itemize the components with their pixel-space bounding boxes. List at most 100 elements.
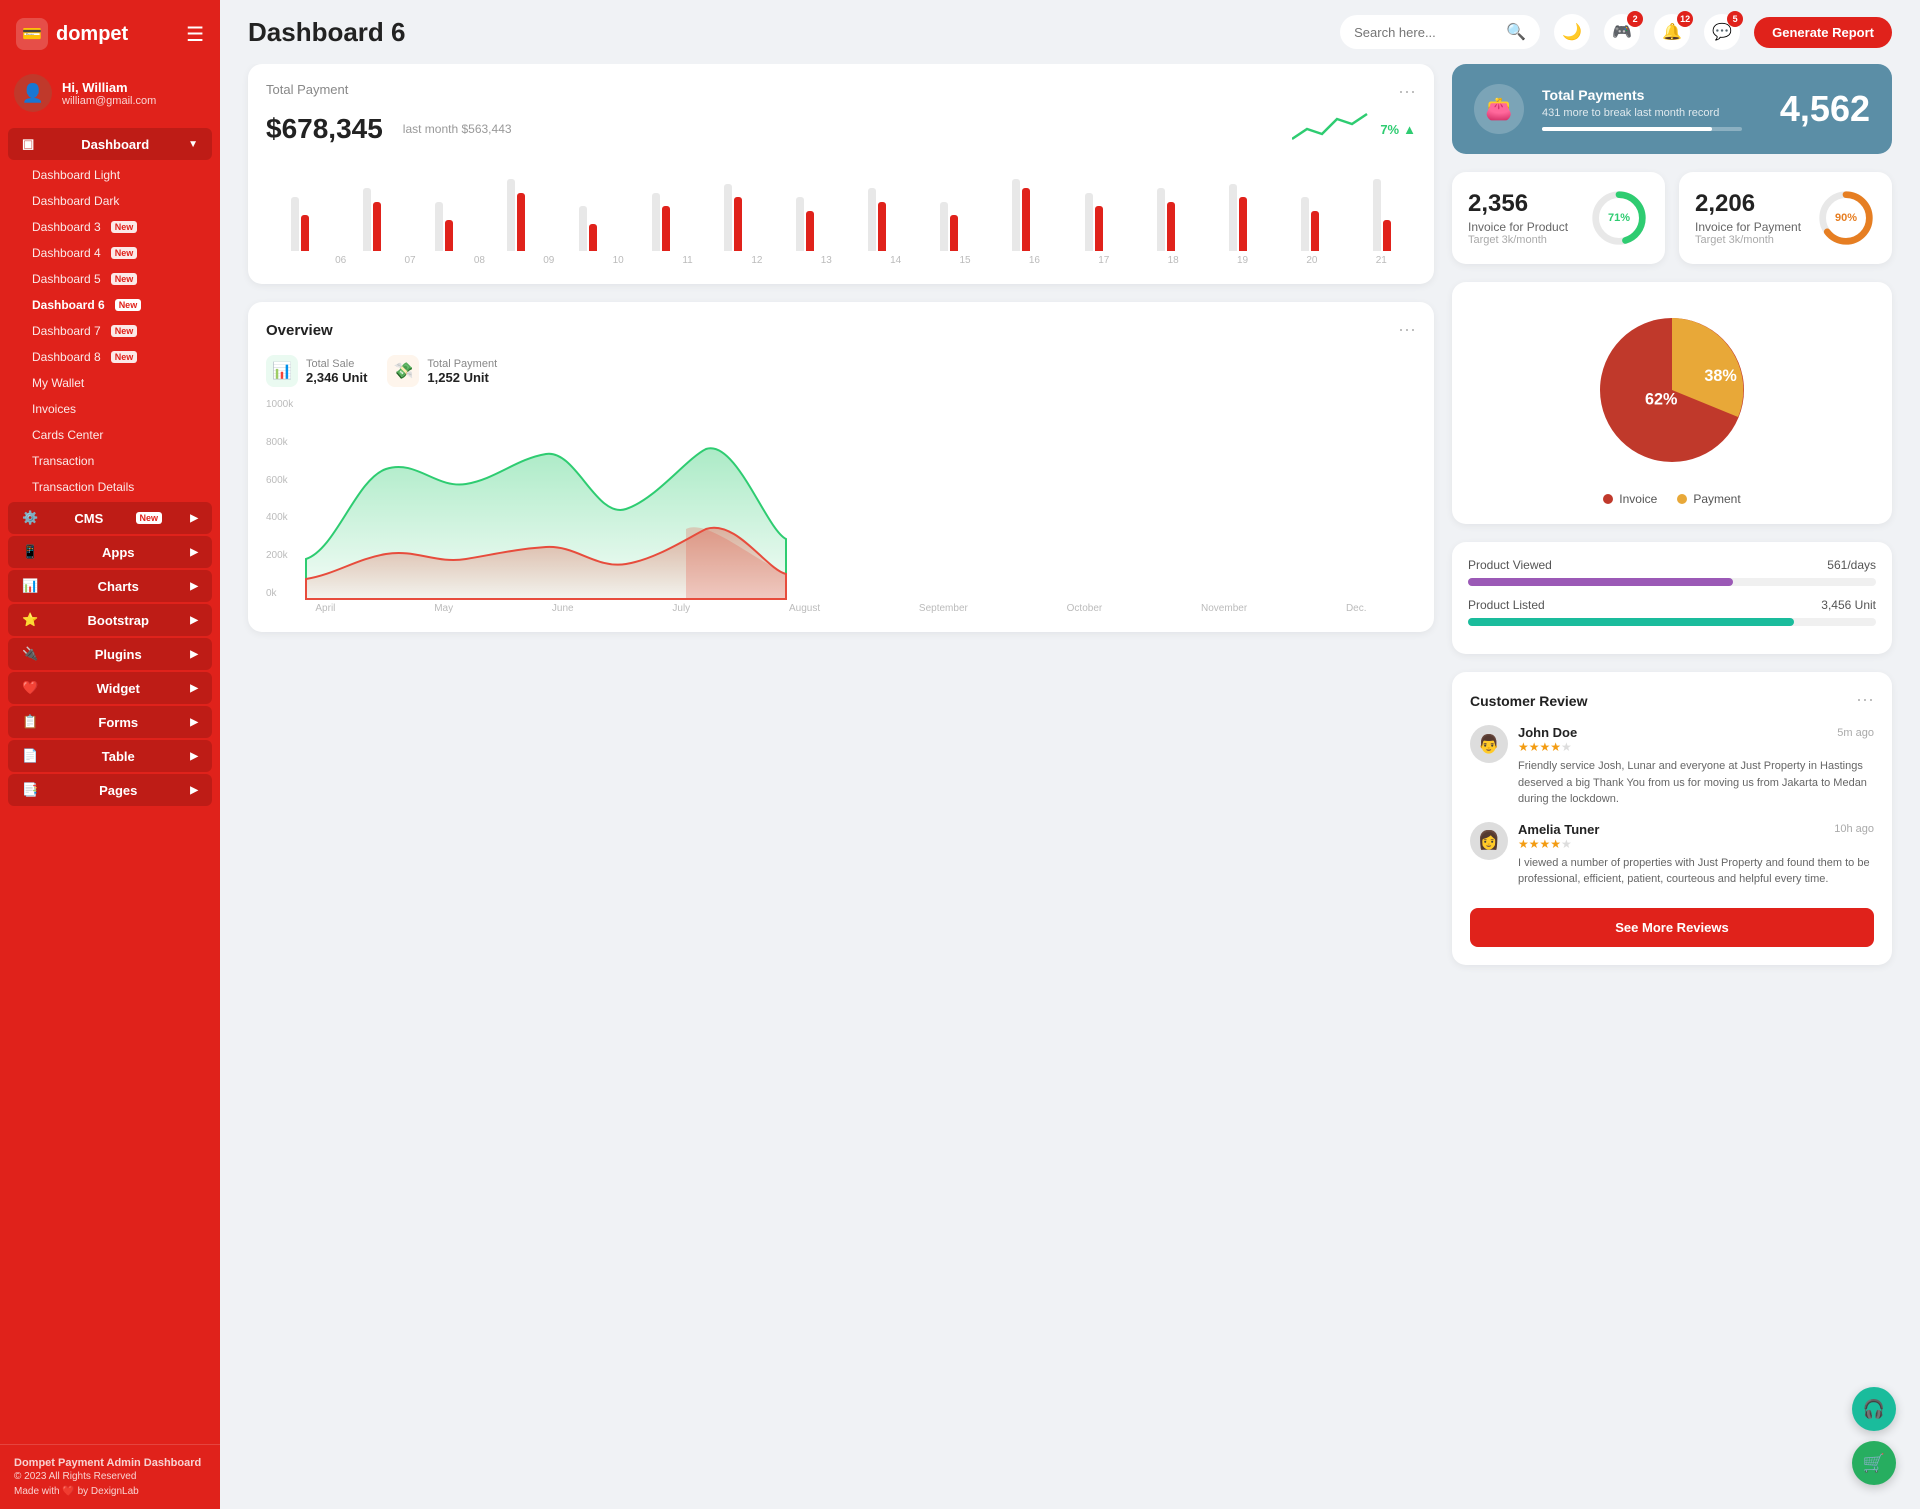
- donut-product-label: 71%: [1608, 212, 1630, 224]
- bar-group-15: [1349, 179, 1416, 251]
- search-input[interactable]: [1354, 25, 1498, 40]
- nav-item-bootstrap[interactable]: ⭐ Bootstrap ▶: [8, 604, 212, 636]
- hamburger-button[interactable]: ☰: [186, 22, 204, 47]
- pie-legend-invoice: Invoice: [1603, 492, 1657, 506]
- total-payments-progress-bar: [1542, 127, 1742, 131]
- sidebar-item-transaction[interactable]: Transaction: [0, 448, 220, 474]
- games-badge: 2: [1627, 11, 1643, 27]
- gray-bar-15: [1373, 179, 1381, 251]
- red-bar-13: [1239, 197, 1247, 251]
- invoice-dot: [1603, 494, 1613, 504]
- gray-bar-6: [724, 184, 732, 252]
- notification-button-games[interactable]: 🎮 2: [1604, 14, 1640, 50]
- logo-icon: 💳: [16, 18, 48, 50]
- sidebar-header: 💳 dompet ☰: [0, 0, 220, 64]
- bar-group-14: [1277, 197, 1344, 251]
- sidebar-item-dashboard-7[interactable]: Dashboard 7New: [0, 318, 220, 344]
- product-viewed-fill: [1468, 578, 1733, 586]
- review-text-2: I viewed a number of properties with Jus…: [1518, 855, 1874, 888]
- total-payment-overview-label: Total Payment: [427, 358, 497, 370]
- right-column: 👛 Total Payments 431 more to break last …: [1452, 64, 1892, 965]
- pie-chart-card: 62% 38% Invoice Payment: [1452, 282, 1892, 524]
- pie-chart-svg: 62% 38%: [1582, 300, 1762, 480]
- red-bar-15: [1383, 220, 1391, 252]
- generate-report-button[interactable]: Generate Report: [1754, 17, 1892, 48]
- bar-chart: [266, 161, 1416, 251]
- gray-bar-13: [1229, 184, 1237, 252]
- area-chart: 1000k 800k 600k 400k 200k 0k: [266, 399, 1416, 599]
- table-icon: 📄: [22, 748, 38, 764]
- sidebar-item-my-wallet[interactable]: My Wallet: [0, 370, 220, 396]
- theme-toggle-button[interactable]: 🌙: [1554, 14, 1590, 50]
- see-more-reviews-button[interactable]: See More Reviews: [1470, 908, 1874, 947]
- nav-item-table[interactable]: 📄 Table ▶: [8, 740, 212, 772]
- nav-item-cms[interactable]: ⚙️ CMS New ▶: [8, 502, 212, 534]
- sidebar-item-invoices[interactable]: Invoices: [0, 396, 220, 422]
- review-content-2: Amelia Tuner 10h ago ★★★★★ I viewed a nu…: [1518, 822, 1874, 888]
- sidebar-item-dashboard-3[interactable]: Dashboard 3New: [0, 214, 220, 240]
- avatar: 👤: [14, 74, 52, 112]
- nav-item-forms[interactable]: 📋 Forms ▶: [8, 706, 212, 738]
- main-area: Dashboard 6 🔍 🌙 🎮 2 🔔 12 💬 5 Generate Re…: [220, 0, 1920, 1509]
- bar-group-1: [338, 188, 405, 251]
- review-content-1: John Doe 5m ago ★★★★★ Friendly service J…: [1518, 725, 1874, 808]
- notification-button-bell[interactable]: 🔔 12: [1654, 14, 1690, 50]
- trend-arrow: ▲: [1403, 122, 1416, 137]
- overview-title: Overview: [266, 322, 333, 339]
- forms-label: Forms: [98, 715, 138, 730]
- total-payment-menu[interactable]: ⋯: [1398, 82, 1416, 103]
- pie-legend-payment: Payment: [1677, 492, 1740, 506]
- pages-icon: 📑: [22, 782, 38, 798]
- product-viewed-progress: [1468, 578, 1876, 586]
- overview-menu[interactable]: ⋯: [1398, 320, 1416, 341]
- sidebar-item-transaction-details[interactable]: Transaction Details: [0, 474, 220, 500]
- sidebar-item-cards-center[interactable]: Cards Center: [0, 422, 220, 448]
- cart-fab[interactable]: 🛒: [1852, 1441, 1896, 1485]
- nav-item-plugins[interactable]: 🔌 Plugins ▶: [8, 638, 212, 670]
- chevron-icon: ▶: [190, 785, 198, 796]
- total-payment-amount: $678,345: [266, 113, 383, 145]
- other-nav-items: ⚙️ CMS New ▶📱 Apps ▶📊 Charts ▶⭐ Bootstra…: [0, 502, 220, 806]
- search-box[interactable]: 🔍: [1340, 15, 1540, 49]
- total-payment-header: Total Payment ⋯: [266, 82, 1416, 103]
- widget-label: Widget: [97, 681, 140, 696]
- support-fab[interactable]: 🎧: [1852, 1387, 1896, 1431]
- product-viewed-row: Product Viewed 561/days: [1468, 558, 1876, 586]
- chevron-icon: ▶: [190, 717, 198, 728]
- red-bar-3: [517, 193, 525, 252]
- reviewer-name-2: Amelia Tuner: [1518, 822, 1599, 837]
- trend-badge: 7% ▲: [1380, 122, 1416, 137]
- footer-title: Dompet Payment Admin Dashboard: [14, 1457, 206, 1469]
- nav-item-apps[interactable]: 📱 Apps ▶: [8, 536, 212, 568]
- fab-container: 🎧 🛒: [1852, 1387, 1896, 1485]
- nav-item-pages[interactable]: 📑 Pages ▶: [8, 774, 212, 806]
- bar-group-0: [266, 197, 333, 251]
- nav-item-widget[interactable]: ❤️ Widget ▶: [8, 672, 212, 704]
- user-profile[interactable]: 👤 Hi, William william@gmail.com: [0, 64, 220, 126]
- sidebar-item-dashboard-light[interactable]: Dashboard Light: [0, 162, 220, 188]
- reviewer-avatar-2: 👩: [1470, 822, 1508, 860]
- payment-legend-label: Payment: [1693, 492, 1740, 506]
- sidebar-item-dashboard-dark[interactable]: Dashboard Dark: [0, 188, 220, 214]
- total-sale-value: 2,346 Unit: [306, 370, 367, 385]
- brand-name: dompet: [56, 23, 128, 46]
- nav-item-charts[interactable]: 📊 Charts ▶: [8, 570, 212, 602]
- total-payment-info: Total Payment 1,252 Unit: [427, 358, 497, 385]
- invoice-product-value: 2,356: [1468, 190, 1568, 218]
- user-info: Hi, William william@gmail.com: [62, 80, 156, 107]
- user-email: william@gmail.com: [62, 95, 156, 107]
- review-menu[interactable]: ⋯: [1856, 690, 1874, 711]
- sidebar-item-dashboard-5[interactable]: Dashboard 5New: [0, 266, 220, 292]
- bar-group-10: [988, 179, 1055, 251]
- apps-label: Apps: [102, 545, 135, 560]
- sidebar-item-dashboard-6[interactable]: Dashboard 6New: [0, 292, 220, 318]
- pages-label: Pages: [99, 783, 137, 798]
- gray-bar-0: [291, 197, 299, 251]
- dashboard-nav-header[interactable]: ▣ Dashboard ▼: [8, 128, 212, 160]
- invoice-payment-value: 2,206: [1695, 190, 1801, 218]
- gray-bar-8: [868, 188, 876, 251]
- notification-button-chat[interactable]: 💬 5: [1704, 14, 1740, 50]
- gray-bar-2: [435, 202, 443, 252]
- sidebar-item-dashboard-8[interactable]: Dashboard 8New: [0, 344, 220, 370]
- sidebar-item-dashboard-4[interactable]: Dashboard 4New: [0, 240, 220, 266]
